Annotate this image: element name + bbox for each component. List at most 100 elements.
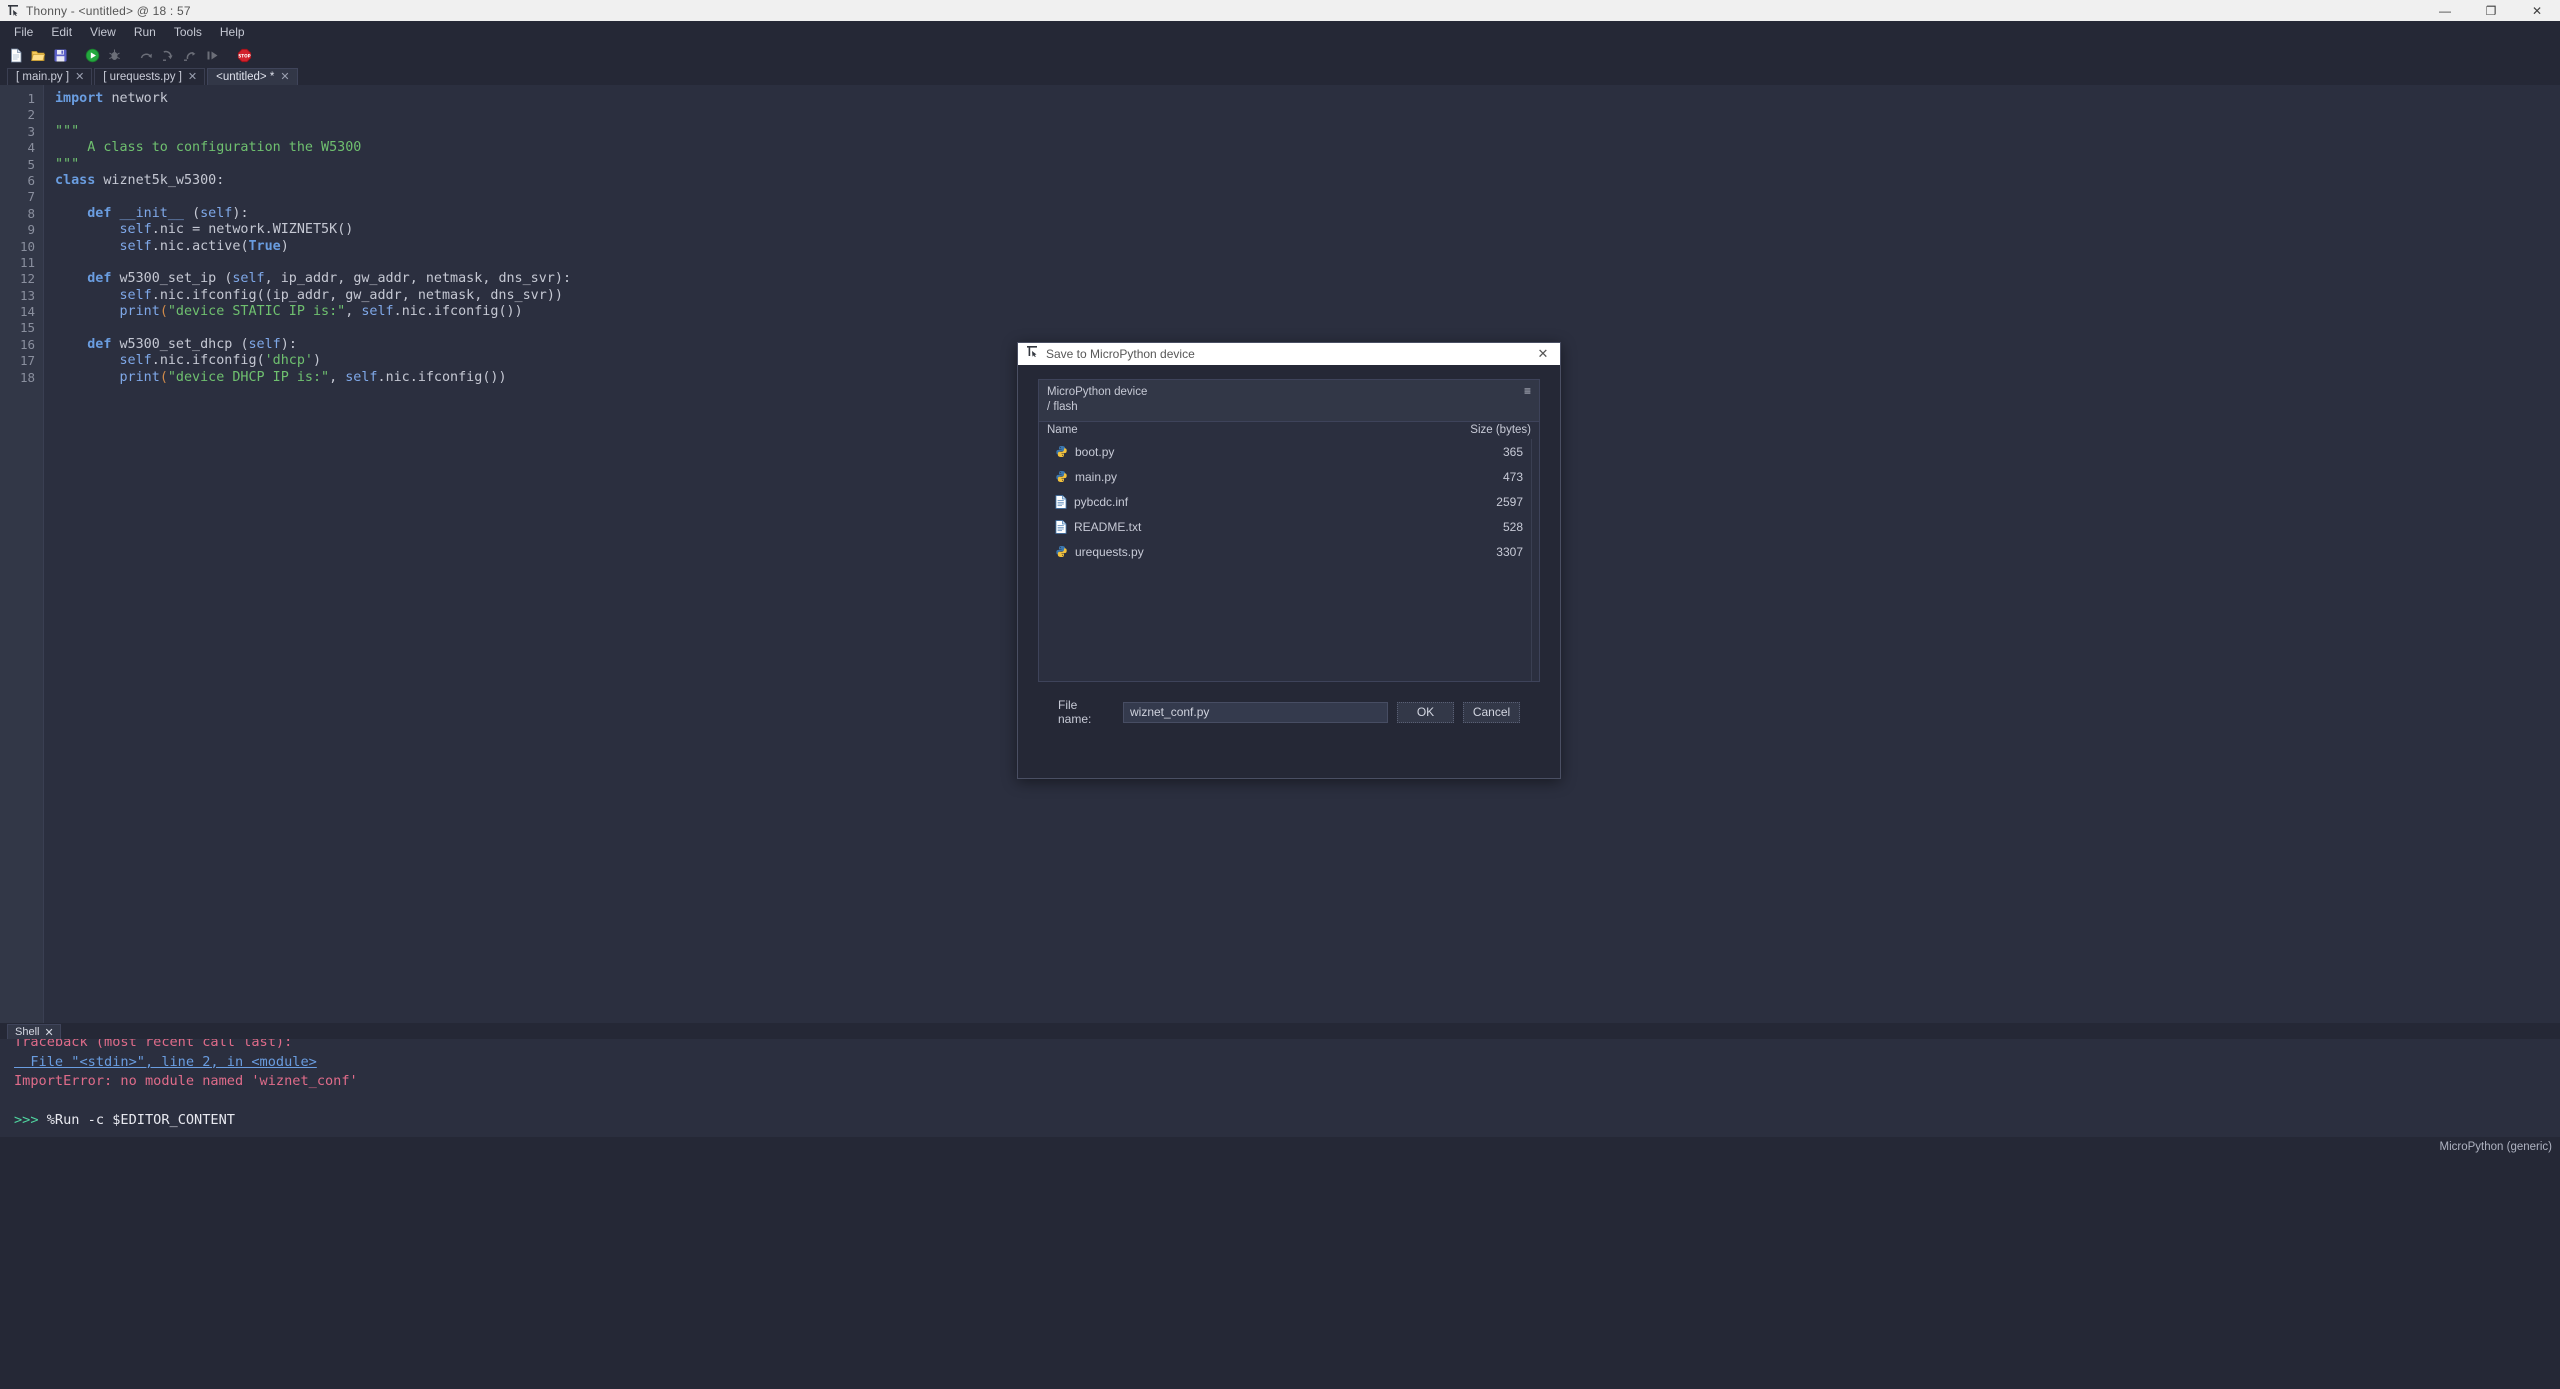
- thonny-icon: [6, 4, 20, 18]
- toolbar: STOP: [0, 43, 2560, 67]
- stop-icon[interactable]: STOP: [234, 45, 254, 65]
- file-name: pybcdc.inf: [1074, 495, 1128, 509]
- new-file-icon[interactable]: [6, 45, 26, 65]
- file-list-scrollbar[interactable]: [1531, 439, 1539, 681]
- close-button[interactable]: ✕: [2514, 0, 2560, 21]
- line-number: 16: [0, 337, 43, 353]
- text-file-icon: [1055, 520, 1067, 534]
- interpreter-label[interactable]: MicroPython (generic): [2440, 1141, 2552, 1153]
- shell-line-link[interactable]: File "<stdin>", line 2, in <module>: [14, 1053, 2560, 1073]
- line-number: 9: [0, 222, 43, 238]
- device-path[interactable]: / flash: [1047, 400, 1147, 415]
- line-number: 5: [0, 157, 43, 173]
- code-line: def w5300_set_ip (self, ip_addr, gw_addr…: [55, 271, 2560, 287]
- file-size: 3307: [1496, 545, 1523, 559]
- line-number: 4: [0, 140, 43, 156]
- filename-input[interactable]: [1123, 702, 1388, 723]
- editor-tab-urequests-py[interactable]: [ urequests.py ] ✕: [94, 68, 205, 85]
- window-title: Thonny - <untitled> @ 18 : 57: [26, 4, 191, 18]
- window-titlebar: Thonny - <untitled> @ 18 : 57 — ❐ ✕: [0, 0, 2560, 21]
- debug-icon[interactable]: [104, 45, 124, 65]
- column-header-size[interactable]: Size (bytes): [1470, 424, 1531, 436]
- code-line: self.nic.ifconfig((ip_addr, gw_addr, net…: [55, 288, 2560, 304]
- line-number: 15: [0, 320, 43, 336]
- device-file-browser[interactable]: MicroPython device / flash ≡ Name Size (…: [1038, 379, 1540, 682]
- shell-tab-label: Shell: [15, 1026, 39, 1038]
- editor-tab-untitled[interactable]: <untitled> * ✕: [207, 68, 297, 85]
- dialog-body: MicroPython device / flash ≡ Name Size (…: [1018, 365, 1560, 726]
- open-file-icon[interactable]: [28, 45, 48, 65]
- list-item[interactable]: README.txt 528: [1039, 514, 1531, 539]
- device-label: MicroPython device: [1047, 385, 1147, 400]
- list-item[interactable]: main.py 473: [1039, 464, 1531, 489]
- shell-output[interactable]: Traceback (most recent call last): File …: [0, 1039, 2560, 1137]
- tab-shell[interactable]: Shell ✕: [7, 1024, 61, 1039]
- ok-button[interactable]: OK: [1397, 702, 1454, 723]
- line-number: 18: [0, 370, 43, 386]
- menubar: File Edit View Run Tools Help: [0, 21, 2560, 43]
- line-number: 12: [0, 271, 43, 287]
- tab-label: <untitled> *: [216, 71, 274, 83]
- menu-view[interactable]: View: [81, 23, 125, 41]
- code-line: [55, 107, 2560, 123]
- svg-text:STOP: STOP: [238, 53, 251, 58]
- python-file-icon: [1055, 470, 1068, 483]
- line-number: 14: [0, 304, 43, 320]
- code-line: print("device STATIC IP is:", self.nic.i…: [55, 304, 2560, 320]
- shell-line: ImportError: no module named 'wiznet_con…: [14, 1072, 2560, 1092]
- line-number: 2: [0, 107, 43, 123]
- line-number: 8: [0, 206, 43, 222]
- file-size: 473: [1503, 470, 1523, 484]
- shell-command-line: >>> %Run -c $EDITOR_CONTENT: [14, 1111, 2560, 1131]
- step-out-icon[interactable]: [180, 45, 200, 65]
- list-item[interactable]: pybcdc.inf 2597: [1039, 489, 1531, 514]
- code-line: class wiznet5k_w5300:: [55, 173, 2560, 189]
- close-icon[interactable]: ✕: [188, 72, 197, 83]
- minimize-button[interactable]: —: [2422, 0, 2468, 21]
- line-number: 1: [0, 91, 43, 107]
- dialog-title: Save to MicroPython device: [1046, 347, 1195, 361]
- code-line: self.nic = network.WIZNET5K(): [55, 222, 2560, 238]
- code-line: [55, 255, 2560, 271]
- shell-prompt: >>>: [14, 1112, 39, 1128]
- line-number: 6: [0, 173, 43, 189]
- maximize-button[interactable]: ❐: [2468, 0, 2514, 21]
- menu-file[interactable]: File: [5, 23, 42, 41]
- menu-tools[interactable]: Tools: [165, 23, 211, 41]
- code-line: """: [55, 157, 2560, 173]
- step-into-icon[interactable]: [158, 45, 178, 65]
- tab-label: [ main.py ]: [16, 71, 69, 83]
- file-name: boot.py: [1075, 445, 1114, 459]
- shell-command: %Run -c $EDITOR_CONTENT: [39, 1112, 235, 1128]
- step-over-icon[interactable]: [136, 45, 156, 65]
- file-name: urequests.py: [1075, 545, 1144, 559]
- close-icon[interactable]: ✕: [44, 1026, 53, 1039]
- column-header-name[interactable]: Name: [1047, 424, 1078, 436]
- editor-tab-main-py[interactable]: [ main.py ] ✕: [7, 68, 92, 85]
- dialog-close-button[interactable]: ✕: [1530, 343, 1556, 365]
- list-item[interactable]: urequests.py 3307: [1039, 539, 1531, 564]
- run-icon[interactable]: [82, 45, 102, 65]
- menu-edit[interactable]: Edit: [42, 23, 81, 41]
- file-size: 2597: [1496, 495, 1523, 509]
- tab-label: [ urequests.py ]: [103, 71, 182, 83]
- device-header: MicroPython device / flash ≡: [1039, 380, 1539, 421]
- close-icon[interactable]: ✕: [280, 72, 289, 83]
- column-headers: Name Size (bytes): [1039, 421, 1539, 439]
- save-file-icon[interactable]: [50, 45, 70, 65]
- text-file-icon: [1055, 495, 1067, 509]
- cancel-button[interactable]: Cancel: [1463, 702, 1520, 723]
- resume-icon[interactable]: [202, 45, 222, 65]
- dialog-titlebar: Save to MicroPython device ✕: [1018, 343, 1560, 365]
- hamburger-menu-icon[interactable]: ≡: [1524, 385, 1531, 397]
- menu-help[interactable]: Help: [211, 23, 254, 41]
- save-to-device-dialog[interactable]: Save to MicroPython device ✕ MicroPython…: [1017, 342, 1561, 779]
- statusbar: MicroPython (generic): [0, 1137, 2560, 1157]
- filename-label: File name:: [1058, 698, 1114, 726]
- list-item[interactable]: boot.py 365: [1039, 439, 1531, 464]
- close-icon[interactable]: ✕: [75, 72, 84, 83]
- code-line: import network: [55, 91, 2560, 107]
- code-line: def __init__ (self):: [55, 206, 2560, 222]
- menu-run[interactable]: Run: [125, 23, 165, 41]
- file-list[interactable]: boot.py 365 main.py: [1039, 439, 1531, 681]
